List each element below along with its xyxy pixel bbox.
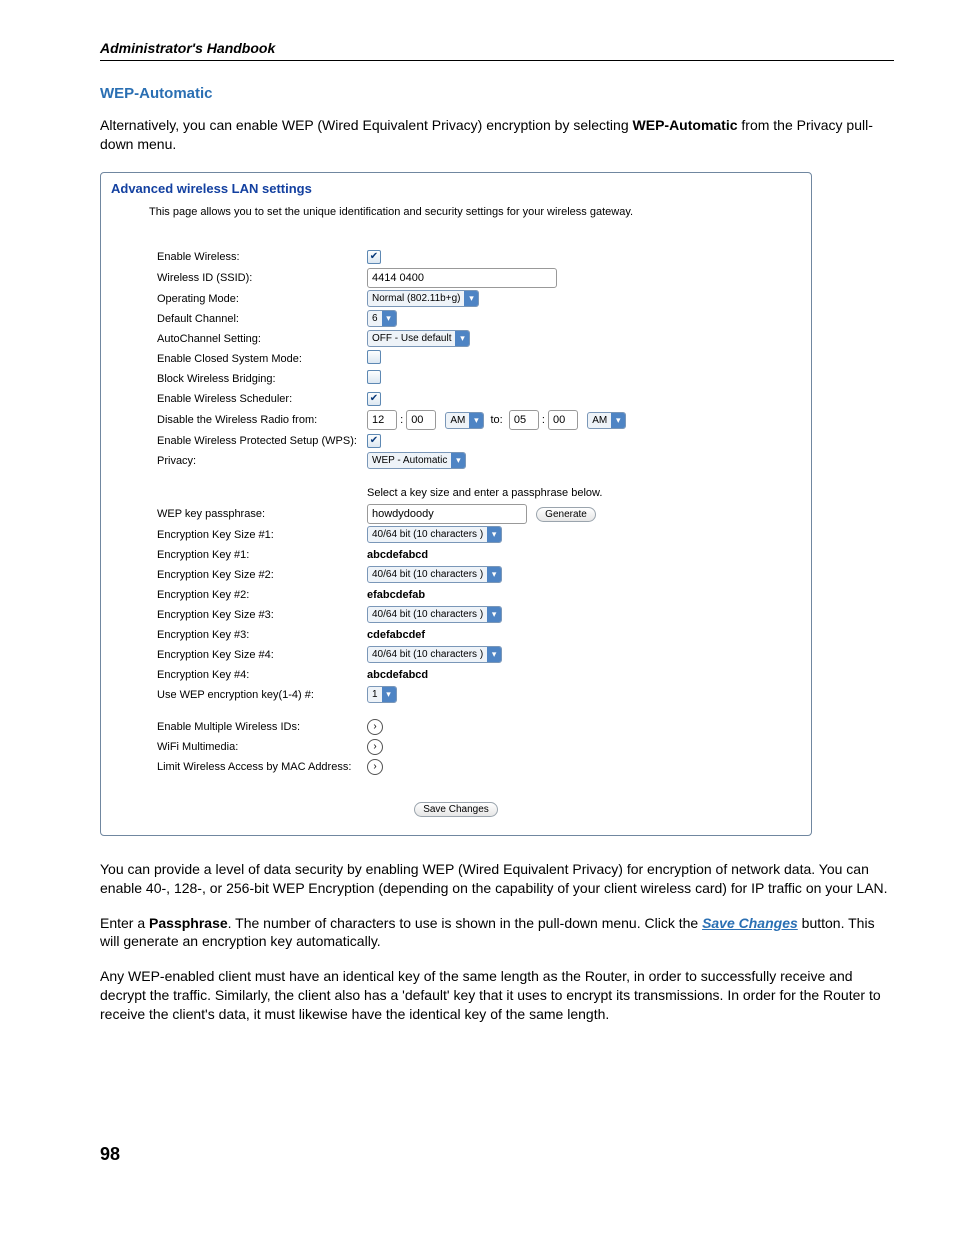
to-min-input[interactable] bbox=[548, 410, 578, 430]
p2-text-a: Enter a bbox=[100, 915, 149, 931]
arrow-right-icon[interactable]: › bbox=[367, 739, 383, 755]
section-heading: WEP-Automatic bbox=[100, 85, 894, 102]
ksize1-select[interactable]: 40/64 bit (10 characters ) ▾ bbox=[367, 526, 502, 543]
label-use-key: Use WEP encryption key(1-4) #: bbox=[157, 689, 367, 701]
label-ksize4: Encryption Key Size #4: bbox=[157, 649, 367, 661]
arrow-right-icon[interactable]: › bbox=[367, 719, 383, 735]
checkbox-enable-wireless[interactable] bbox=[367, 250, 381, 264]
chevron-down-icon: ▾ bbox=[451, 453, 465, 468]
label-key3: Encryption Key #3: bbox=[157, 629, 367, 641]
chevron-down-icon: ▾ bbox=[455, 331, 469, 346]
autochannel-select[interactable]: OFF - Use default ▾ bbox=[367, 330, 470, 347]
chevron-down-icon: ▾ bbox=[464, 291, 478, 306]
from-hour-input[interactable] bbox=[367, 410, 397, 430]
use-key-select[interactable]: 1 ▾ bbox=[367, 686, 397, 703]
label-operating-mode: Operating Mode: bbox=[157, 293, 367, 305]
header-rule bbox=[100, 60, 894, 61]
chevron-down-icon: ▾ bbox=[611, 413, 625, 428]
checkbox-block-bridging[interactable] bbox=[367, 370, 381, 384]
passphrase-prompt: Select a key size and enter a passphrase… bbox=[367, 487, 801, 499]
from-ampm-select[interactable]: AM ▾ bbox=[445, 412, 484, 429]
label-ksize3: Encryption Key Size #3: bbox=[157, 609, 367, 621]
label-ksize1: Encryption Key Size #1: bbox=[157, 529, 367, 541]
ksize2-value: 40/64 bit (10 characters ) bbox=[372, 569, 487, 580]
p2-text-b: . The number of characters to use is sho… bbox=[228, 915, 702, 931]
privacy-select[interactable]: WEP - Automatic ▾ bbox=[367, 452, 466, 469]
to-ampm-select[interactable]: AM ▾ bbox=[587, 412, 626, 429]
from-ampm-value: AM bbox=[450, 415, 469, 426]
ssid-input[interactable] bbox=[367, 268, 557, 288]
to-hour-input[interactable] bbox=[509, 410, 539, 430]
label-scheduler: Enable Wireless Scheduler: bbox=[157, 393, 367, 405]
paragraph-1: You can provide a level of data security… bbox=[100, 860, 894, 898]
label-closed-system: Enable Closed System Mode: bbox=[157, 353, 367, 365]
label-key1: Encryption Key #1: bbox=[157, 549, 367, 561]
chevron-down-icon: ▾ bbox=[487, 647, 501, 662]
panel-title: Advanced wireless LAN settings bbox=[111, 181, 801, 196]
label-autochannel: AutoChannel Setting: bbox=[157, 333, 367, 345]
autochannel-value: OFF - Use default bbox=[372, 333, 455, 344]
privacy-value: WEP - Automatic bbox=[372, 455, 451, 466]
label-wep-passphrase: WEP key passphrase: bbox=[157, 508, 367, 520]
generate-button[interactable]: Generate bbox=[536, 507, 596, 522]
chevron-down-icon: ▾ bbox=[382, 687, 396, 702]
panel-description: This page allows you to set the unique i… bbox=[149, 206, 801, 218]
paragraph-3: Any WEP-enabled client must have an iden… bbox=[100, 967, 894, 1024]
ksize3-select[interactable]: 40/64 bit (10 characters ) ▾ bbox=[367, 606, 502, 623]
label-ksize2: Encryption Key Size #2: bbox=[157, 569, 367, 581]
key2-value: efabcdefab bbox=[367, 589, 801, 601]
label-ssid: Wireless ID (SSID): bbox=[157, 272, 367, 284]
intro-text-a: Alternatively, you can enable WEP (Wired… bbox=[100, 117, 633, 133]
operating-mode-value: Normal (802.11b+g) bbox=[372, 293, 464, 304]
save-changes-link[interactable]: Save Changes bbox=[702, 915, 798, 931]
label-privacy: Privacy: bbox=[157, 455, 367, 467]
ksize1-value: 40/64 bit (10 characters ) bbox=[372, 529, 487, 540]
checkbox-scheduler[interactable] bbox=[367, 392, 381, 406]
to-label: to: bbox=[490, 414, 502, 426]
wep-passphrase-input[interactable] bbox=[367, 504, 527, 524]
checkbox-wps[interactable] bbox=[367, 434, 381, 448]
label-disable-radio: Disable the Wireless Radio from: bbox=[157, 414, 367, 426]
ksize4-value: 40/64 bit (10 characters ) bbox=[372, 649, 487, 660]
label-wmm: WiFi Multimedia: bbox=[157, 741, 367, 753]
operating-mode-select[interactable]: Normal (802.11b+g) ▾ bbox=[367, 290, 479, 307]
page-number: 98 bbox=[100, 1144, 894, 1165]
colon-1: : bbox=[400, 414, 403, 426]
arrow-right-icon[interactable]: › bbox=[367, 759, 383, 775]
from-min-input[interactable] bbox=[406, 410, 436, 430]
label-wps: Enable Wireless Protected Setup (WPS): bbox=[157, 435, 367, 447]
paragraph-2: Enter a Passphrase. The number of charac… bbox=[100, 914, 894, 952]
ksize4-select[interactable]: 40/64 bit (10 characters ) ▾ bbox=[367, 646, 502, 663]
label-block-bridging: Block Wireless Bridging: bbox=[157, 373, 367, 385]
label-multi-ssid: Enable Multiple Wireless IDs: bbox=[157, 721, 367, 733]
label-key2: Encryption Key #2: bbox=[157, 589, 367, 601]
chevron-down-icon: ▾ bbox=[382, 311, 396, 326]
label-default-channel: Default Channel: bbox=[157, 313, 367, 325]
ksize2-select[interactable]: 40/64 bit (10 characters ) ▾ bbox=[367, 566, 502, 583]
default-channel-select[interactable]: 6 ▾ bbox=[367, 310, 397, 327]
p2-bold-passphrase: Passphrase bbox=[149, 915, 228, 931]
chevron-down-icon: ▾ bbox=[487, 567, 501, 582]
running-header: Administrator's Handbook bbox=[100, 40, 894, 56]
save-changes-button[interactable]: Save Changes bbox=[414, 802, 498, 817]
key4-value: abcdefabcd bbox=[367, 669, 801, 681]
label-enable-wireless: Enable Wireless: bbox=[157, 251, 367, 263]
colon-2: : bbox=[542, 414, 545, 426]
chevron-down-icon: ▾ bbox=[487, 527, 501, 542]
intro-bold: WEP-Automatic bbox=[633, 117, 738, 133]
ksize3-value: 40/64 bit (10 characters ) bbox=[372, 609, 487, 620]
label-key4: Encryption Key #4: bbox=[157, 669, 367, 681]
default-channel-value: 6 bbox=[372, 313, 382, 324]
key3-value: cdefabcdef bbox=[367, 629, 801, 641]
key1-value: abcdefabcd bbox=[367, 549, 801, 561]
label-mac-limit: Limit Wireless Access by MAC Address: bbox=[157, 761, 367, 773]
chevron-down-icon: ▾ bbox=[487, 607, 501, 622]
chevron-down-icon: ▾ bbox=[469, 413, 483, 428]
intro-paragraph: Alternatively, you can enable WEP (Wired… bbox=[100, 116, 894, 154]
to-ampm-value: AM bbox=[592, 415, 611, 426]
settings-panel: Advanced wireless LAN settings This page… bbox=[100, 172, 812, 836]
use-key-value: 1 bbox=[372, 689, 382, 700]
checkbox-closed-system[interactable] bbox=[367, 350, 381, 364]
